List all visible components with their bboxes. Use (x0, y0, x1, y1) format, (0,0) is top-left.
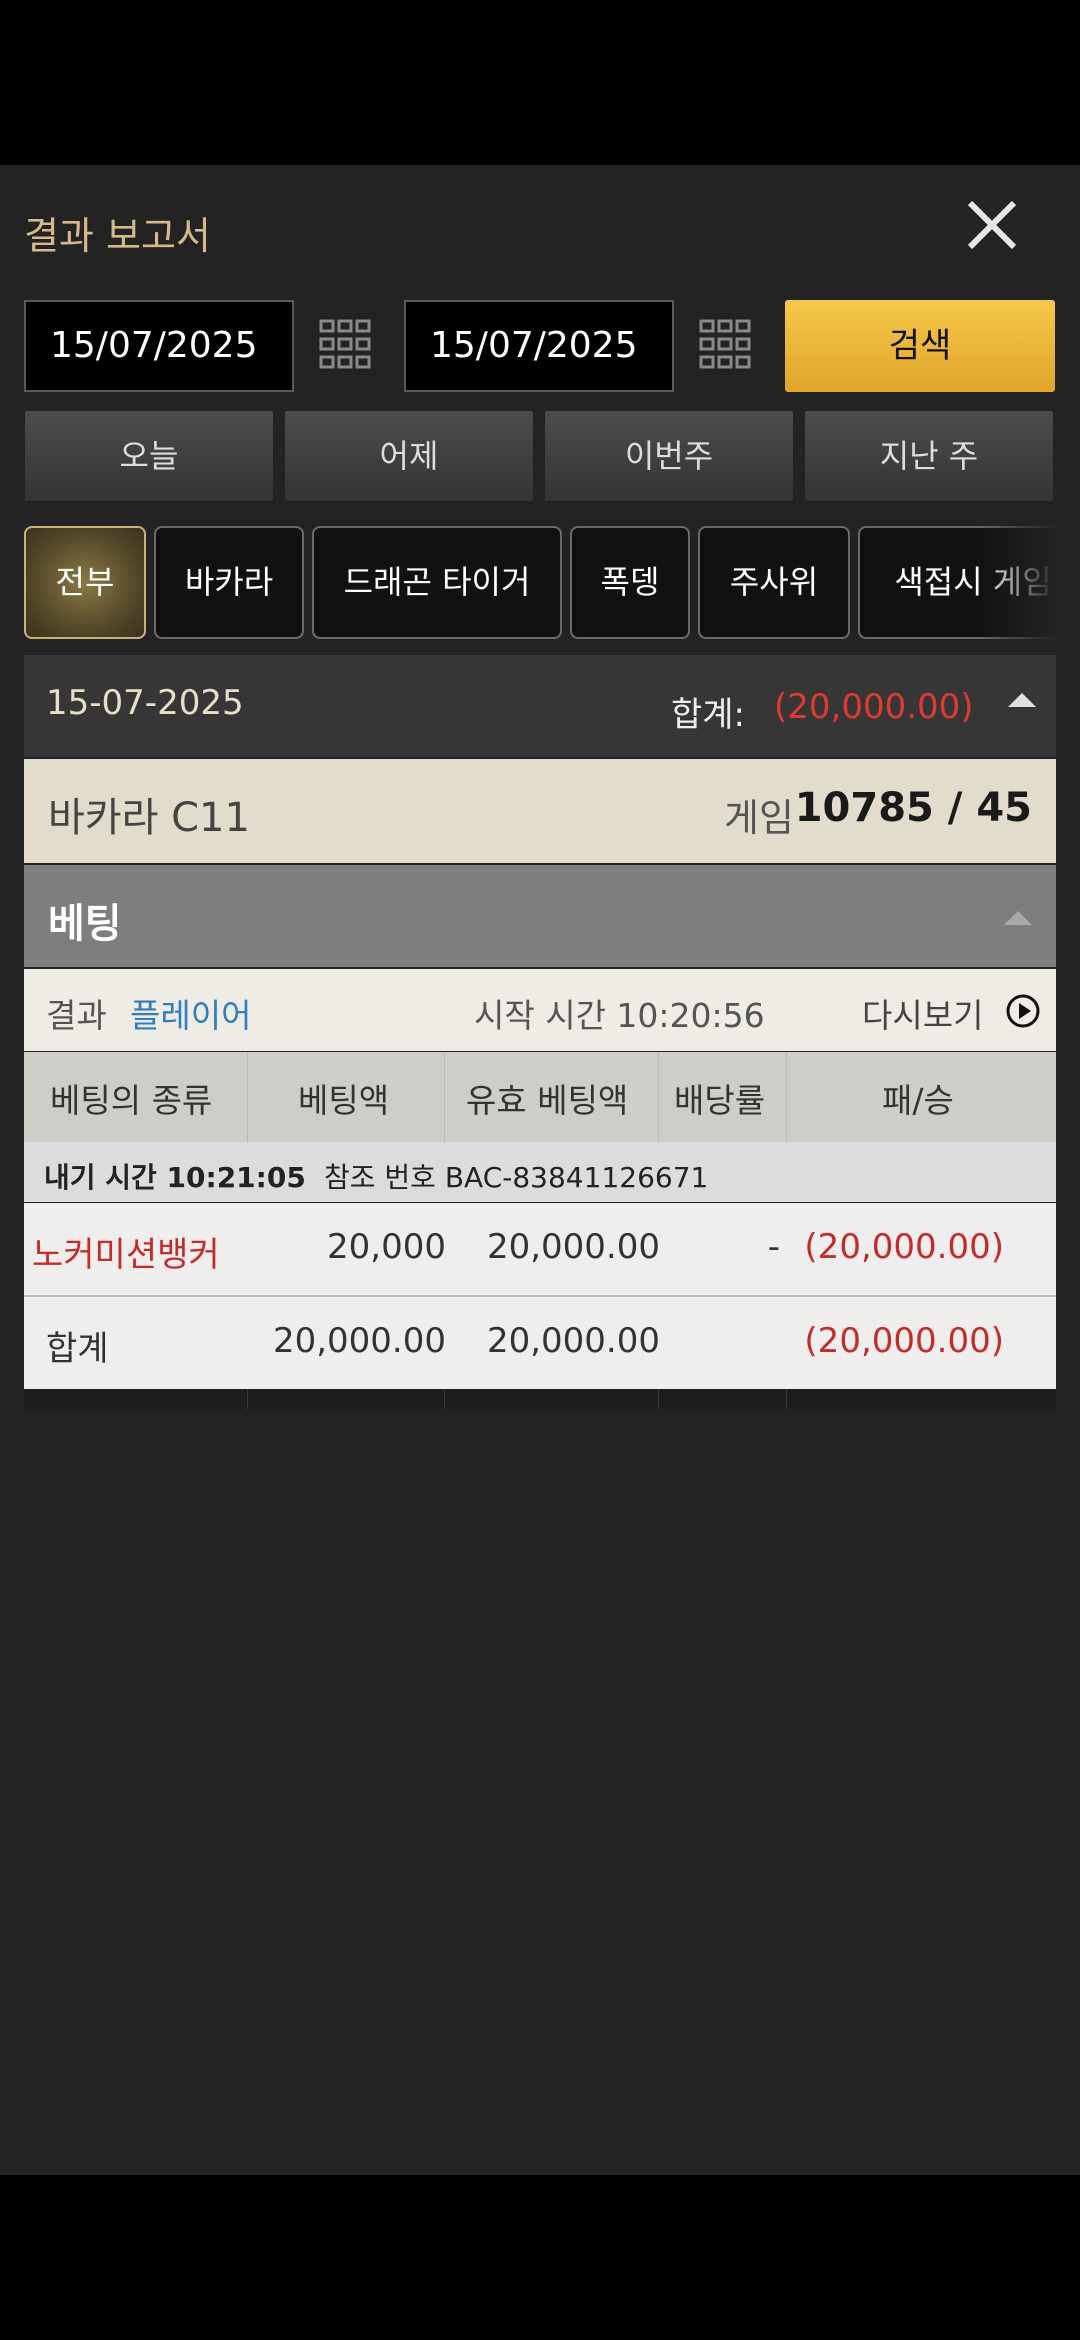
valid-bet-cell: 20,000.00 (486, 1227, 660, 1267)
odds-cell: - (767, 1227, 780, 1267)
collapse-arrow-icon[interactable] (1008, 693, 1036, 707)
quick-yesterday-button[interactable]: 어제 (284, 410, 534, 502)
bet-type-cell: 노커미션뱅커 (32, 1235, 220, 1275)
start-time: 시작 시간 10:20:56 (474, 996, 765, 1035)
tab-dragon-tiger[interactable]: 드래곤 타이거 (312, 526, 562, 639)
col-bet-type: 베팅의 종류 (50, 1081, 213, 1120)
tab-pokdeng[interactable]: 폭뎅 (570, 526, 690, 639)
tab-dice[interactable]: 주사위 (698, 526, 850, 639)
result-value: 플레이어 (130, 996, 252, 1035)
close-icon[interactable] (962, 195, 1022, 255)
result-bar: 결과 플레이어 시작 시간 10:20:56 다시보기 (24, 969, 1056, 1051)
table-total-row: 합계 20,000.00 20,000.00 (20,000.00) (24, 1297, 1056, 1389)
collapse-arrow-icon[interactable] (1004, 911, 1032, 925)
col-odds: 배당률 (674, 1081, 766, 1120)
bet-section-header[interactable]: 베팅 (24, 865, 1056, 967)
tab-all[interactable]: 전부 (24, 526, 146, 639)
total-win-loss: (20,000.00) (804, 1321, 1004, 1361)
page-title: 결과 보고서 (24, 214, 211, 258)
game-table-name: 바카라 C11 (48, 795, 250, 841)
table-footer (24, 1389, 1056, 1409)
game-info-bar: 바카라 C11 게임 10785 / 45 (24, 759, 1056, 863)
summary-total-value: (20,000.00) (774, 687, 974, 727)
replay-label[interactable]: 다시보기 (862, 989, 983, 1037)
col-valid-bet: 유효 베팅액 (466, 1081, 629, 1120)
tab-baccarat[interactable]: 바카라 (154, 526, 304, 639)
bet-reference-bar: 내기 시간 10:21:05 참조 번호 BAC-83841126671 (24, 1142, 1056, 1202)
bet-time: 내기 시간 10:21:05 (44, 1161, 306, 1194)
play-icon[interactable] (1005, 993, 1041, 1029)
summary-total-label: 합계: (671, 695, 746, 735)
quick-today-button[interactable]: 오늘 (24, 410, 274, 502)
table-row: 노커미션뱅커 20,000 20,000.00 - (20,000.00) (24, 1203, 1056, 1297)
result-label: 결과 (46, 996, 107, 1035)
col-bet-amount: 베팅액 (298, 1081, 390, 1120)
win-loss-cell: (20,000.00) (804, 1227, 1004, 1267)
total-label: 합계 (46, 1329, 109, 1369)
col-win-loss: 패/승 (882, 1081, 954, 1120)
bet-section-title: 베팅 (48, 901, 122, 947)
start-date-field[interactable]: 15/07/2025 (24, 300, 294, 392)
date-summary-bar[interactable]: 15-07-2025 합계: (20,000.00) (24, 655, 1056, 757)
total-bet-amount: 20,000.00 (272, 1321, 446, 1361)
end-date-field[interactable]: 15/07/2025 (404, 300, 674, 392)
quick-this-week-button[interactable]: 이번주 (544, 410, 794, 502)
bet-amount-cell: 20,000 (327, 1227, 446, 1267)
reference-number: 참조 번호 BAC-83841126671 (324, 1161, 709, 1194)
calendar-icon[interactable] (698, 318, 752, 372)
game-round-number: 10785 / 45 (794, 785, 1032, 831)
summary-date: 15-07-2025 (46, 683, 244, 723)
game-label: 게임 (724, 796, 794, 840)
search-button[interactable]: 검색 (785, 300, 1055, 392)
table-header: 베팅의 종류 베팅액 유효 베팅액 배당률 패/승 (24, 1052, 1056, 1142)
total-valid-bet: 20,000.00 (486, 1321, 660, 1361)
game-tabs: 전부 바카라 드래곤 타이거 폭뎅 주사위 색접시 게임 (24, 526, 1056, 641)
quick-last-week-button[interactable]: 지난 주 (804, 410, 1054, 502)
tab-color-plate-game[interactable]: 색접시 게임 (858, 526, 1056, 639)
calendar-icon[interactable] (318, 318, 372, 372)
